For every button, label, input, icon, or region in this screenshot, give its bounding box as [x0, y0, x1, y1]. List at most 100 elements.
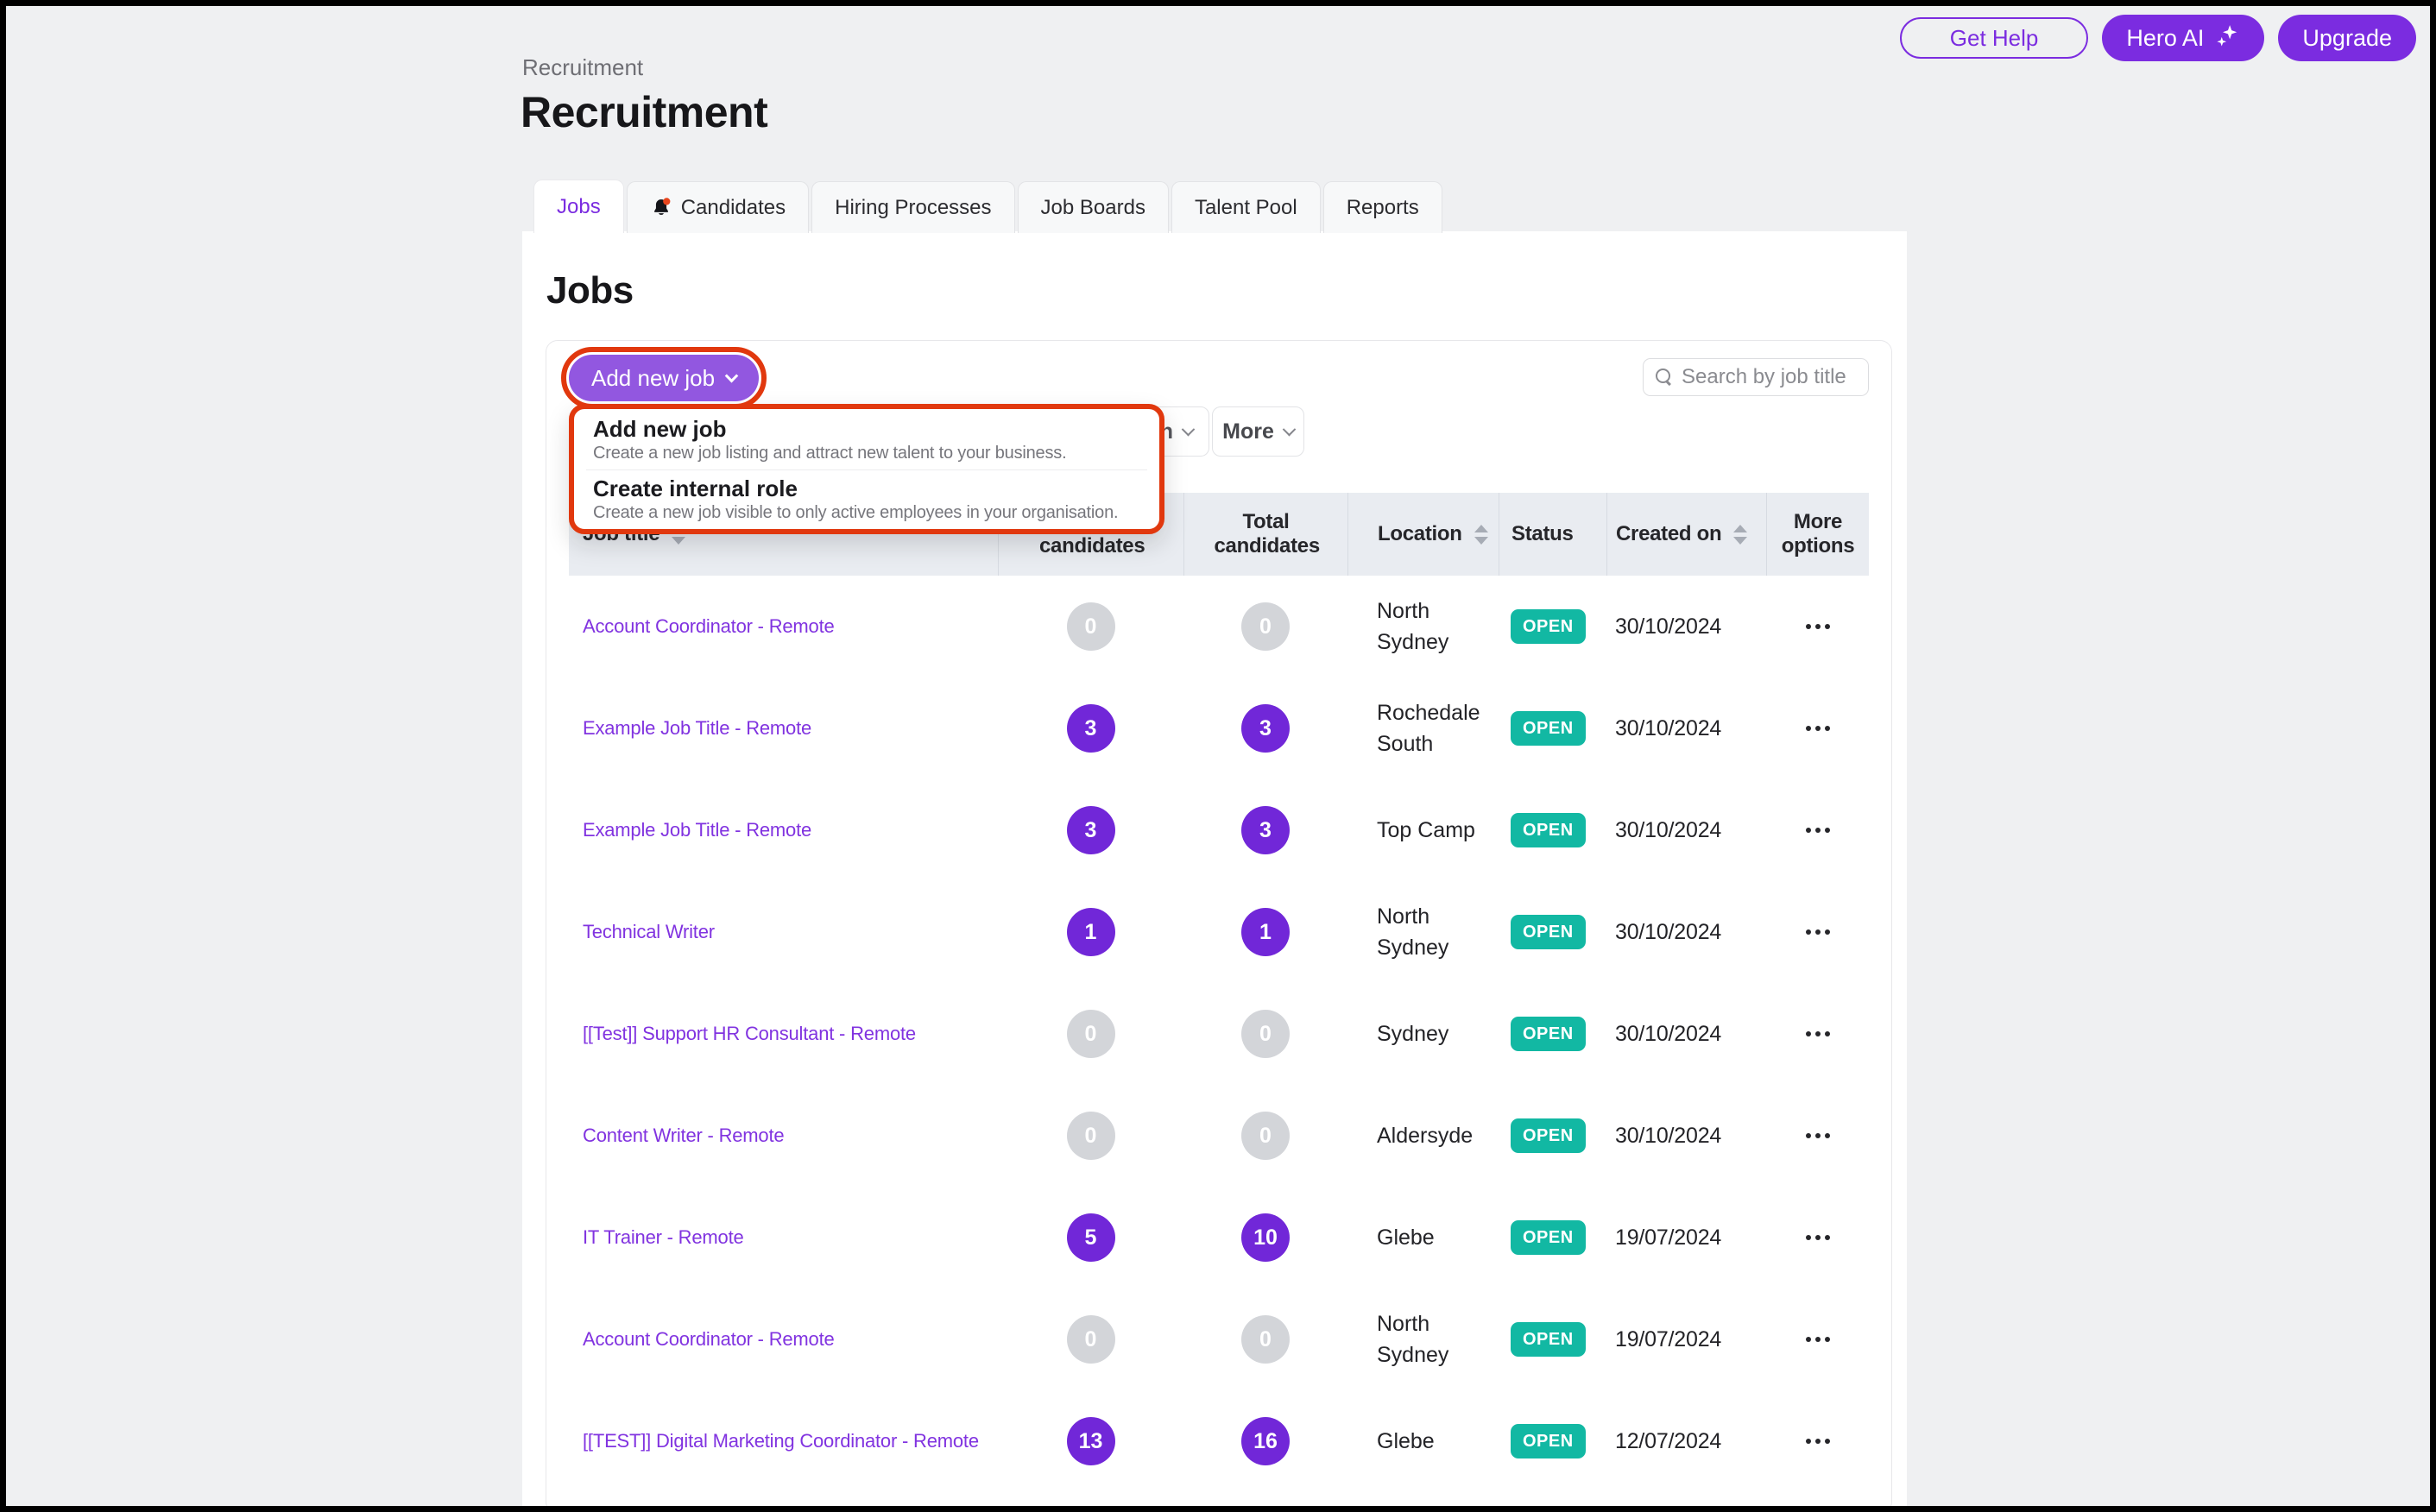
status-cell: OPEN — [1499, 1322, 1606, 1357]
created-on-cell: 30/10/2024 — [1606, 716, 1766, 741]
status-badge: OPEN — [1511, 1017, 1586, 1051]
job-title-cell: Technical Writer — [569, 921, 998, 943]
more-options-button[interactable] — [1797, 819, 1839, 841]
created-on-date: 12/07/2024 — [1615, 1429, 1721, 1454]
chevron-down-icon — [1182, 422, 1196, 436]
table-row: IT Trainer - Remote510GlebeOPEN19/07/202… — [569, 1187, 1869, 1288]
menu-item-create-internal-role[interactable]: Create internal role Create a new job vi… — [593, 476, 1140, 524]
status-badge: OPEN — [1511, 711, 1586, 746]
more-options-button[interactable] — [1797, 615, 1839, 638]
location-cell: Top Camp — [1347, 815, 1499, 846]
created-on-date: 19/07/2024 — [1615, 1327, 1721, 1352]
created-on-cell: 30/10/2024 — [1606, 614, 1766, 639]
status-badge: OPEN — [1511, 1424, 1586, 1458]
job-title-link[interactable]: Technical Writer — [583, 921, 715, 943]
location-cell: North Sydney — [1347, 1308, 1499, 1370]
candidate-count-badge: 0 — [1241, 1315, 1290, 1364]
tab-talent-pool[interactable]: Talent Pool — [1171, 181, 1321, 233]
breadcrumb[interactable]: Recruitment — [522, 54, 643, 81]
add-new-job-annotation-ring: Add new job — [569, 355, 759, 401]
menu-item-title: Create internal role — [593, 476, 1140, 501]
more-options-button[interactable] — [1797, 1226, 1839, 1249]
tab-jobs[interactable]: Jobs — [533, 180, 624, 233]
job-title-link[interactable]: IT Trainer - Remote — [583, 1226, 744, 1249]
table-row: Account Coordinator - Remote00North Sydn… — [569, 576, 1869, 677]
job-title-link[interactable]: Example Job Title - Remote — [583, 717, 811, 740]
jobs-section-heading: Jobs — [546, 269, 1907, 312]
more-options-button[interactable] — [1797, 1328, 1839, 1351]
sparkles-icon — [2214, 22, 2240, 54]
hero-ai-button[interactable]: Hero AI — [2102, 15, 2264, 61]
job-title-link[interactable]: Account Coordinator - Remote — [583, 1328, 835, 1351]
job-title-link[interactable]: Account Coordinator - Remote — [583, 615, 835, 638]
candidate-count-badge: 0 — [1241, 602, 1290, 651]
location-text: Top Camp — [1377, 815, 1475, 846]
menu-item-description: Create a new job visible to only active … — [593, 501, 1140, 524]
status-cell: OPEN — [1499, 1017, 1606, 1051]
menu-item-add-new-job[interactable]: Add new job Create a new job listing and… — [593, 416, 1140, 464]
column-header-label: Created on — [1616, 522, 1721, 546]
upgrade-button[interactable]: Upgrade — [2278, 15, 2416, 61]
status-badge: OPEN — [1511, 915, 1586, 949]
job-title-link[interactable]: [[TEST]] Digital Marketing Coordinator -… — [583, 1430, 979, 1452]
column-header-more-options: More options — [1766, 493, 1869, 576]
tab-label: Reports — [1347, 196, 1419, 220]
total-candidates-cell: 3 — [1183, 704, 1347, 753]
location-text: Aldersyde — [1377, 1120, 1473, 1151]
total-candidates-cell: 0 — [1183, 1112, 1347, 1160]
job-title-cell: Content Writer - Remote — [569, 1125, 998, 1147]
get-help-button[interactable]: Get Help — [1900, 17, 2089, 59]
new-candidates-cell: 3 — [998, 704, 1183, 753]
created-on-date: 30/10/2024 — [1615, 818, 1721, 843]
tab-hiring-processes[interactable]: Hiring Processes — [811, 181, 1014, 233]
tab-candidates[interactable]: Candidates — [627, 181, 809, 233]
status-cell: OPEN — [1499, 813, 1606, 847]
status-cell: OPEN — [1499, 1118, 1606, 1153]
more-options-cell — [1766, 1430, 1869, 1452]
new-candidates-cell: 5 — [998, 1213, 1183, 1262]
status-cell: OPEN — [1499, 915, 1606, 949]
created-on-date: 30/10/2024 — [1615, 1022, 1721, 1047]
tab-job-boards[interactable]: Job Boards — [1018, 181, 1169, 233]
more-options-cell — [1766, 819, 1869, 841]
menu-divider — [586, 469, 1147, 470]
status-cell: OPEN — [1499, 1424, 1606, 1458]
location-text: North Sydney — [1377, 595, 1491, 658]
candidate-count-badge: 5 — [1067, 1213, 1115, 1262]
status-badge: OPEN — [1511, 1118, 1586, 1153]
page-title: Recruitment — [521, 87, 767, 137]
add-new-job-button[interactable]: Add new job — [569, 355, 759, 401]
tab-reports[interactable]: Reports — [1323, 181, 1442, 233]
column-header-label: Status — [1511, 522, 1574, 546]
total-candidates-cell: 3 — [1183, 806, 1347, 854]
created-on-cell: 19/07/2024 — [1606, 1225, 1766, 1251]
created-on-cell: 12/07/2024 — [1606, 1429, 1766, 1454]
status-badge: OPEN — [1511, 813, 1586, 847]
candidate-count-badge: 0 — [1067, 1315, 1115, 1364]
candidate-count-badge: 10 — [1241, 1213, 1290, 1262]
candidate-count-badge: 13 — [1067, 1417, 1115, 1465]
location-text: Glebe — [1377, 1222, 1435, 1253]
menu-item-title: Add new job — [593, 416, 1140, 442]
more-options-button[interactable] — [1797, 1125, 1839, 1147]
created-on-cell: 30/10/2024 — [1606, 818, 1766, 843]
column-header-label: Total candidates — [1215, 510, 1318, 558]
column-header-location[interactable]: Location — [1347, 493, 1499, 576]
job-title-cell: Account Coordinator - Remote — [569, 1328, 998, 1351]
table-row: Example Job Title - Remote33Rochedale So… — [569, 677, 1869, 779]
more-filter-button[interactable]: More — [1212, 406, 1304, 457]
search-input[interactable] — [1682, 365, 1856, 389]
job-title-link[interactable]: Example Job Title - Remote — [583, 819, 811, 841]
more-options-button[interactable] — [1797, 1430, 1839, 1452]
more-filter-label: More — [1222, 419, 1274, 444]
add-new-job-label: Add new job — [591, 365, 715, 392]
job-title-link[interactable]: [[Test]] Support HR Consultant - Remote — [583, 1023, 916, 1045]
more-options-cell — [1766, 1125, 1869, 1147]
created-on-cell: 30/10/2024 — [1606, 920, 1766, 945]
more-options-button[interactable] — [1797, 921, 1839, 943]
more-options-button[interactable] — [1797, 1023, 1839, 1045]
status-cell: OPEN — [1499, 609, 1606, 644]
column-header-created-on[interactable]: Created on — [1606, 493, 1766, 576]
job-title-link[interactable]: Content Writer - Remote — [583, 1125, 784, 1147]
more-options-button[interactable] — [1797, 717, 1839, 740]
